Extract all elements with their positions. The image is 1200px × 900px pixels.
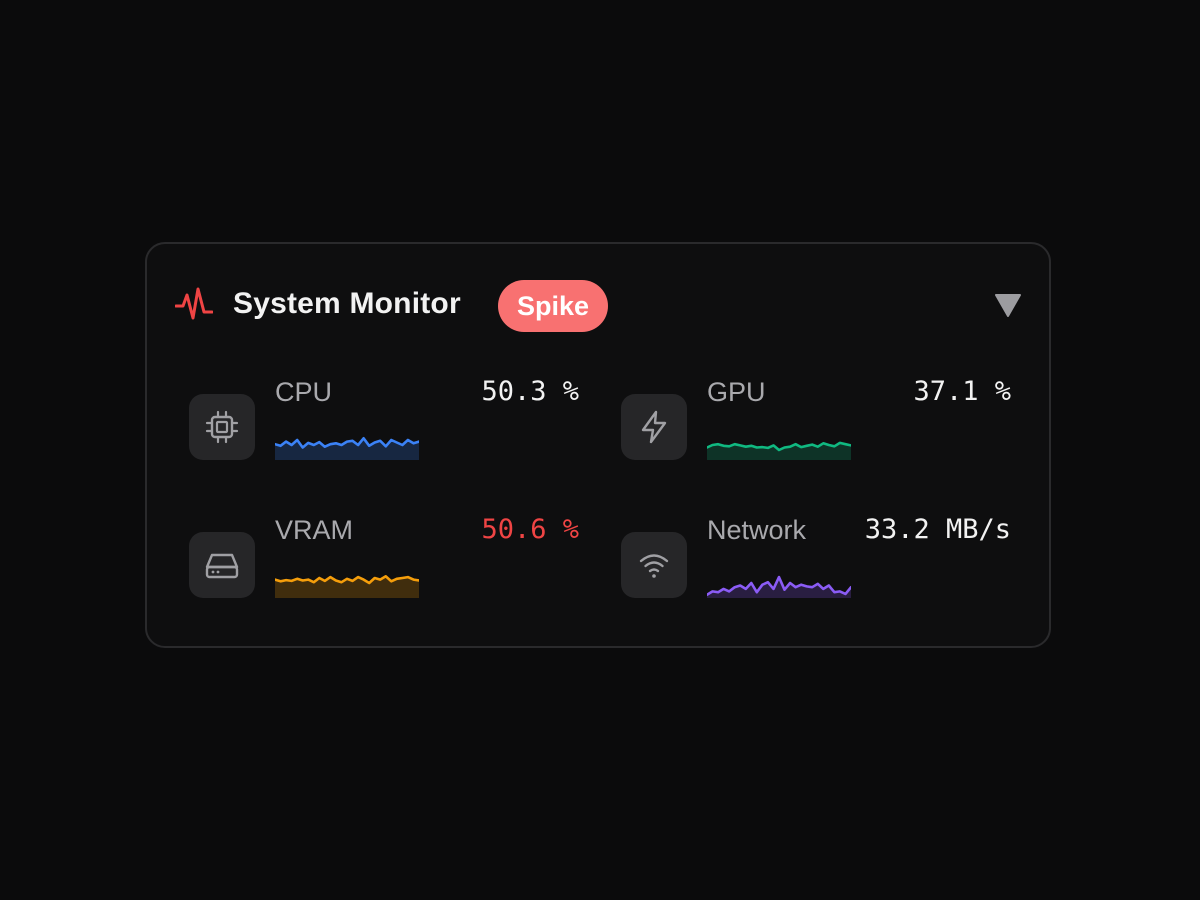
metric-value: 50.3 %: [481, 376, 579, 407]
cpu-sparkline: [275, 436, 419, 460]
vram-sparkline: [275, 574, 419, 598]
metric-gpu: GPU 37.1 %: [621, 374, 1011, 464]
cpu-tile: [189, 394, 255, 460]
metric-label: GPU: [707, 377, 766, 407]
lightning-bolt-icon: [641, 410, 667, 444]
triangle-down-icon[interactable]: [995, 292, 1021, 318]
vram-tile: [189, 532, 255, 598]
metric-label: Network: [707, 515, 807, 545]
metric-label: VRAM: [275, 515, 354, 545]
metric-label: CPU: [275, 377, 333, 407]
gpu-tile: [621, 394, 687, 460]
system-monitor-card: System Monitor Spike CPU 50.3 % GPU 37.1…: [145, 242, 1051, 648]
wifi-icon: [639, 554, 669, 578]
network-tile: [621, 532, 687, 598]
cpu-chip-icon: [205, 410, 239, 444]
network-sparkline: [707, 575, 851, 598]
card-header: System Monitor Spike: [147, 244, 1049, 364]
pulse-icon: [175, 287, 213, 320]
gpu-sparkline: [707, 441, 851, 460]
metric-vram: VRAM 50.6 %: [189, 512, 579, 602]
spike-badge: Spike: [498, 280, 608, 332]
metric-value: 37.1 %: [913, 376, 1011, 407]
metric-network: Network 33.2 MB/s: [621, 512, 1011, 602]
metric-value: 50.6 %: [481, 514, 579, 545]
metric-value: 33.2 MB/s: [864, 514, 1011, 545]
metric-cpu: CPU 50.3 %: [189, 374, 579, 464]
hard-drive-icon: [205, 553, 239, 579]
widget-title: System Monitor: [233, 287, 461, 320]
